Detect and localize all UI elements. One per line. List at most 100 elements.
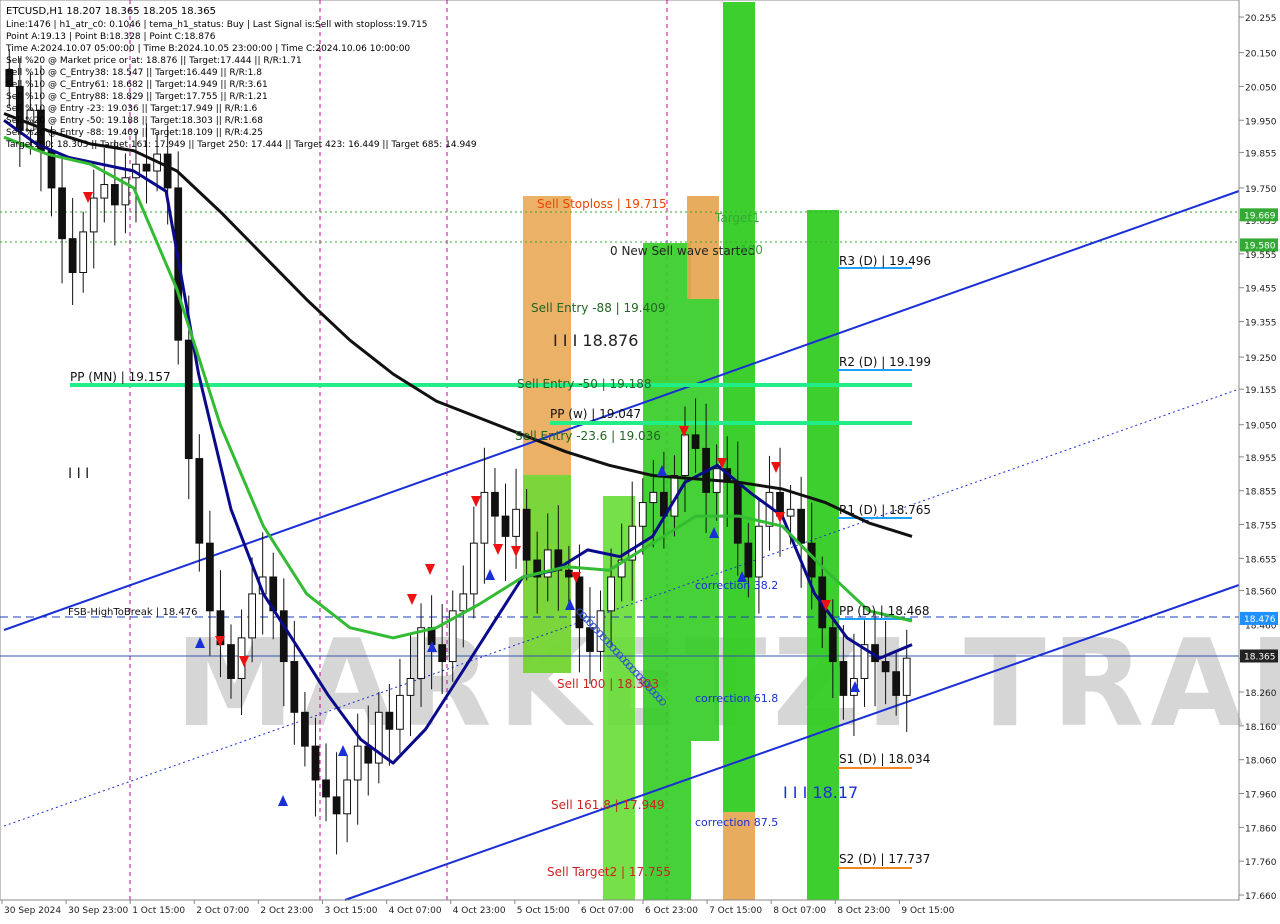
candle-body: [385, 711, 394, 730]
chart-window[interactable]: MARKETZI TRADE: [0, 0, 1280, 920]
candle-body: [638, 502, 647, 527]
candle-body: [396, 694, 404, 730]
info-line: Target100: 18.303 || Target 161: 17.949 …: [5, 140, 477, 150]
price-tick-label: 17.960: [1245, 791, 1277, 801]
sell-entry-50-label: Sell Entry -50 | 19.188: [517, 377, 651, 391]
candle-body: [301, 711, 309, 747]
candle-body: [142, 163, 151, 172]
info-line: Sell %10 @ Entry -23: 19.036 || Target:1…: [6, 104, 258, 114]
price-chart[interactable]: MARKETZI TRADE: [0, 0, 1280, 920]
sell-stoploss-label: Sell Stoploss | 19.715: [537, 197, 667, 211]
time-tick-label: 2 Oct 07:00: [196, 906, 249, 916]
fsb-label: FSB-HighToBreak | 18.476: [68, 607, 197, 618]
time-tick-label: 30 Sep 23:00: [68, 906, 128, 916]
candle-body: [681, 434, 689, 476]
candle-body: [248, 593, 256, 639]
info-line: Sell %10 @ C_Entry61: 18.682 || Target:1…: [6, 80, 268, 90]
price-tick-label: 18.260: [1245, 689, 1277, 699]
time-tick-label: 6 Oct 07:00: [581, 906, 634, 916]
info-line: Sell %20 @ Entry -88: 19.409 || Target:1…: [6, 128, 263, 138]
info-line: Time A:2024.10.07 05:00:00 | Time B:2024…: [5, 44, 410, 54]
price-tick-label: 18.855: [1245, 488, 1277, 498]
candle-body: [364, 745, 373, 764]
new-wave-label: 0 New Sell wave started: [610, 244, 755, 258]
candle-body: [839, 661, 848, 696]
candle-body: [68, 238, 77, 274]
price-tick-label: 18.060: [1245, 757, 1277, 767]
candle-body: [744, 542, 753, 578]
candle-body: [491, 491, 499, 517]
candle-body: [480, 491, 489, 544]
candle-body: [564, 569, 573, 578]
info-line: Point A:19.13 | Point B:18.328 | Point C…: [6, 32, 216, 42]
info-line: Sell %20 @ Market price or at: 18.876 ||…: [6, 56, 302, 66]
time-tick-label: 30 Sep 2024: [4, 906, 61, 916]
price-tick-label: 18.755: [1245, 522, 1277, 532]
s2-label: S2 (D) | 17.737: [839, 852, 930, 866]
price-tick-label: 18.955: [1245, 454, 1277, 464]
candle-body: [881, 661, 890, 673]
price-tick-label: 17.760: [1245, 858, 1277, 868]
price-tick-label: 19.355: [1245, 319, 1277, 329]
time-tick-label: 8 Oct 23:00: [837, 906, 890, 916]
candle-body: [227, 644, 235, 679]
price-tick-label: 18.160: [1245, 723, 1277, 733]
candle-body: [353, 745, 362, 781]
candle-body: [417, 627, 425, 679]
time-tick-label: 8 Oct 07:00: [773, 906, 826, 916]
candle-body: [691, 434, 700, 449]
candle-body: [469, 542, 478, 595]
sell-entry-23-label: Sell Entry -23.6 | 19.036: [515, 429, 661, 443]
price-tick-label: 19.250: [1245, 354, 1277, 364]
price-tick-label: 19.455: [1245, 285, 1277, 295]
price-tick-label: 20.150: [1245, 50, 1277, 60]
sell-100-label: Sell 100 | 18.303: [557, 677, 659, 691]
candle-body: [195, 458, 204, 544]
candle-body: [607, 576, 615, 612]
price-tag-label: 18.365: [1244, 652, 1276, 662]
pp-d-label: PP (D) | 18.468: [839, 604, 930, 618]
r3-label: R3 (D) | 19.496: [839, 254, 931, 268]
price-tick-label: 18.560: [1245, 588, 1277, 598]
time-axis[interactable]: 30 Sep 2024 30 Sep 23:00 1 Oct 15:00 2 Oct …: [0, 899, 1239, 916]
candle-body: [755, 525, 763, 578]
symbol-title: ETCUSD,H1 18.207 18.365 18.205 18.365: [6, 6, 216, 17]
candle-body: [79, 231, 88, 274]
hundred-label: 100: [740, 243, 763, 257]
candle-body: [311, 745, 320, 781]
price-tick-label: 17.860: [1245, 824, 1277, 834]
time-tick-label: 2 Oct 23:00: [260, 906, 313, 916]
sell-target2-label: Sell Target2 | 17.755: [547, 865, 671, 879]
price-tick-label: 19.555: [1245, 251, 1277, 261]
corr-618-label: correction 61.8: [695, 692, 778, 705]
sell-entry-88-label: Sell Entry -88 | 19.409: [531, 301, 665, 315]
info-line: Sell %10 @ C_Entry38: 18.547 || Target:1…: [6, 68, 262, 78]
time-tick-label: 7 Oct 15:00: [709, 906, 762, 916]
info-line: Sell %10 @ C_Entry88: 18.829 || Target:1…: [6, 92, 268, 102]
candle-body: [206, 542, 214, 612]
price-tick-label: 18.655: [1245, 555, 1277, 565]
price-axis[interactable]: 20.255 20.150 20.050 19.950 19.855 19.750 19.6…: [1238, 0, 1277, 902]
point-b-label: I I I 18.17: [783, 783, 858, 802]
candle-body: [100, 184, 109, 199]
candle-body: [501, 515, 510, 537]
price-tick-label: 19.950: [1245, 117, 1277, 127]
price-tick-label: 19.855: [1245, 149, 1277, 159]
candle-body: [786, 508, 795, 517]
candle-body: [902, 657, 911, 696]
target1-label: Target1: [714, 211, 760, 225]
corr-875-label: correction 87.5: [695, 816, 778, 829]
candle-body: [828, 627, 837, 663]
zone-bar-green: [723, 2, 755, 812]
r1-label: R1 (D) | 18.765: [839, 503, 931, 517]
corr-382-label: correction 38.2: [695, 579, 778, 592]
candle-body: [322, 779, 330, 798]
candle-body: [184, 339, 193, 460]
time-tick-label: 1 Oct 15:00: [132, 906, 185, 916]
price-tick-label: 20.255: [1245, 14, 1277, 24]
candle-body: [343, 779, 352, 815]
candle-body: [512, 508, 520, 537]
point-c-label: I I I 18.876: [553, 331, 638, 350]
candle-body: [332, 796, 341, 815]
price-tick-label: 19.750: [1245, 185, 1277, 195]
